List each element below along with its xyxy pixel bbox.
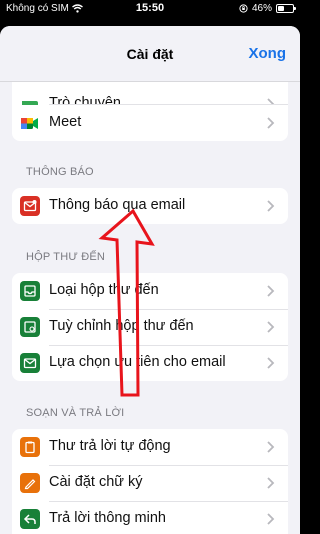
mail-icon: [20, 353, 40, 373]
meet-row-group: Meet: [12, 105, 288, 141]
smart-reply-icon: [20, 509, 40, 529]
meet-label: Meet: [49, 114, 82, 130]
list-item-meet[interactable]: Meet: [12, 105, 288, 141]
battery-icon: [276, 4, 296, 13]
list-item-email-preferences[interactable]: Lựa chọn ưu tiên cho email: [12, 345, 288, 381]
chevron-right-icon: [267, 285, 275, 297]
section-header-inbox: HỘP THƯ ĐẾN: [26, 251, 106, 263]
email-preferences-label: Lựa chọn ưu tiên cho email: [49, 354, 226, 370]
list-item-smart-reply[interactable]: Trả lời thông minh: [12, 501, 288, 534]
chevron-right-icon: [267, 357, 275, 369]
status-bar: Không có SIM 15:50 46%: [0, 0, 300, 18]
chevron-right-icon: [267, 477, 275, 489]
email-notifications-label: Thông báo qua email: [49, 197, 186, 213]
auto-reply-icon: [20, 437, 40, 457]
battery-percent: 46%: [251, 3, 272, 14]
list-item-inbox-type[interactable]: Loại hộp thư đến: [12, 273, 288, 309]
chevron-right-icon: [267, 117, 275, 129]
orientation-lock-icon: [239, 4, 248, 13]
inbox-settings-icon: [20, 317, 40, 337]
inbox-icon: [20, 281, 40, 301]
inbox-customize-label: Tuỳ chỉnh hộp thư đến: [49, 318, 194, 334]
chevron-right-icon: [267, 513, 275, 525]
list-item-signature[interactable]: Cài đặt chữ ký: [12, 465, 288, 501]
chevron-right-icon: [267, 321, 275, 333]
section-header-notifications: THÔNG BÁO: [26, 166, 94, 178]
status-right: 46%: [239, 3, 296, 14]
meet-icon: [20, 113, 40, 133]
mail-notification-icon: [20, 196, 40, 216]
settings-sheet: Cài đặt Xong Trò chuyện Meet THÔNG BÁO T…: [0, 26, 300, 534]
chevron-right-icon: [267, 200, 275, 212]
list-item-inbox-customize[interactable]: Tuỳ chỉnh hộp thư đến: [12, 309, 288, 345]
signature-icon: [20, 473, 40, 493]
nav-bar: Cài đặt Xong: [0, 26, 300, 82]
list-item-email-notifications[interactable]: Thông báo qua email: [12, 188, 288, 224]
signature-label: Cài đặt chữ ký: [49, 474, 143, 490]
chevron-right-icon: [267, 441, 275, 453]
notifications-group: Thông báo qua email: [12, 188, 288, 224]
list-item-auto-reply[interactable]: Thư trả lời tự động: [12, 429, 288, 465]
section-header-compose-reply: SOẠN VÀ TRẢ LỜI: [26, 407, 125, 419]
inbox-type-label: Loại hộp thư đến: [49, 282, 159, 298]
inbox-group: Loại hộp thư đến Tuỳ chỉnh hộp thư đến L…: [12, 273, 288, 381]
compose-reply-group: Thư trả lời tự động Cài đặt chữ ký Trả l…: [12, 429, 288, 534]
smart-reply-label: Trả lời thông minh: [49, 510, 166, 526]
done-button[interactable]: Xong: [249, 45, 287, 62]
auto-reply-label: Thư trả lời tự động: [49, 438, 171, 454]
divider: [49, 104, 288, 105]
